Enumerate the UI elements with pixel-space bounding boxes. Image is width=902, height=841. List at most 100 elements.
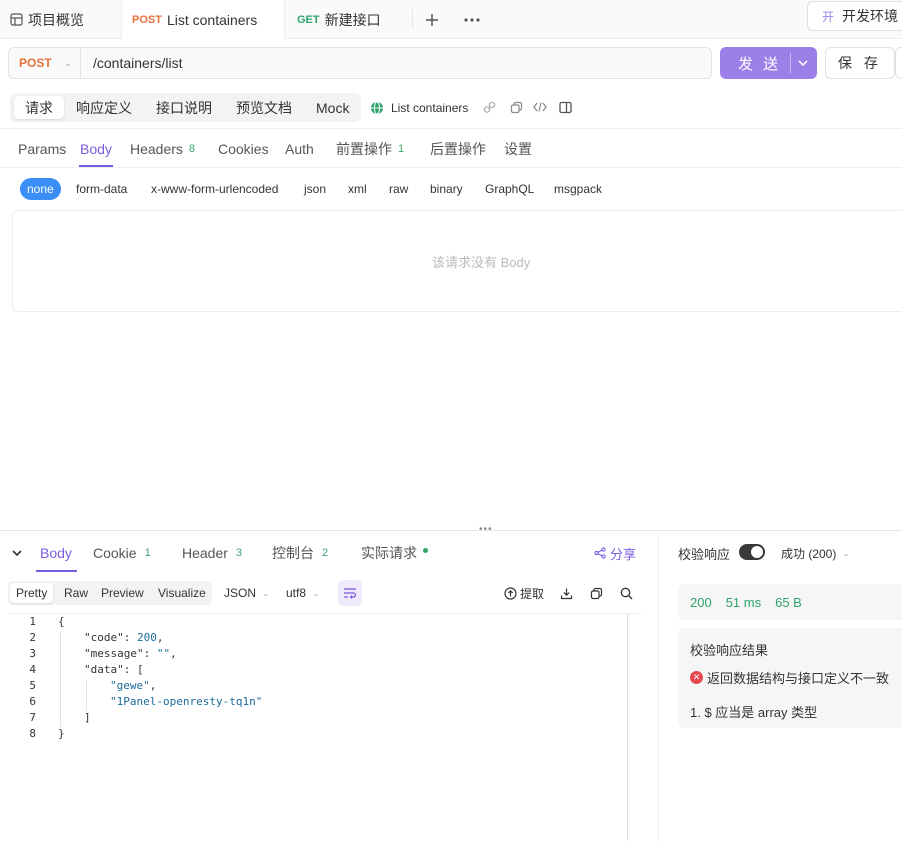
request-tab-label: Cookies	[218, 140, 269, 157]
status-dot	[423, 547, 428, 553]
more-tabs-button[interactable]	[464, 0, 480, 39]
tab-bar: 项目概览 POST List containers GET 新建接口	[0, 0, 902, 40]
collapse-response-button[interactable]	[12, 534, 22, 572]
request-tab-auth[interactable]: Auth	[285, 129, 314, 168]
environment-select[interactable]: 开 开发环境	[807, 1, 902, 31]
tab-label: List containers	[166, 12, 258, 28]
section-tab-mock[interactable]: Mock	[316, 96, 349, 119]
chevron-down-icon: ⌄	[63, 57, 73, 69]
request-tab-cookies[interactable]: Cookies	[218, 129, 269, 168]
request-tab-params[interactable]: Params	[18, 129, 66, 168]
response-size: 65 B	[775, 594, 802, 610]
search-response-button[interactable]	[620, 584, 633, 602]
encoding-select[interactable]: utf8 ⌄	[286, 581, 320, 605]
format-select[interactable]: JSON ⌄	[224, 581, 270, 605]
tab-project-overview[interactable]: 项目概览	[10, 0, 84, 39]
extract-button[interactable]: 提取	[504, 584, 544, 602]
format-tabs: Pretty Raw Preview Visualize	[8, 581, 212, 605]
method-select[interactable]: POST ⌄	[9, 48, 81, 78]
body-type-raw[interactable]: raw	[389, 178, 408, 200]
copy-response-button[interactable]	[590, 584, 603, 602]
code-line: }	[58, 727, 65, 740]
body-type-graphql[interactable]: GraphQL	[485, 178, 534, 200]
section-tab-request[interactable]: 请求	[14, 96, 64, 119]
section-tab-api-doc[interactable]: 接口说明	[156, 96, 212, 119]
body-type-binary[interactable]: binary	[430, 178, 463, 200]
section-tab-response-definition[interactable]: 响应定义	[76, 96, 132, 119]
request-tab-post-operation[interactable]: 后置操作	[430, 129, 486, 168]
format-tab-raw[interactable]: Raw	[64, 583, 88, 603]
line-number: 1	[29, 615, 36, 628]
download-button[interactable]	[560, 584, 573, 602]
response-tab-console[interactable]: 控制台 2	[272, 534, 328, 572]
link-icon[interactable]	[480, 98, 498, 116]
headers-count: 8	[188, 142, 196, 155]
send-divider	[790, 53, 791, 73]
response-tab-header[interactable]: Header 3	[182, 534, 242, 572]
response-tabs: Body Cookie 1 Header 3 控制台 2 实际请求	[0, 534, 658, 572]
method-select-value: POST	[19, 56, 52, 70]
code-line: "data": [	[84, 663, 144, 676]
panel-layout-icon[interactable]	[556, 98, 574, 116]
tab-method-post: POST	[132, 14, 162, 26]
chevron-down-icon	[12, 550, 22, 556]
tab-new-api[interactable]: GET 新建接口	[297, 0, 381, 39]
json-number: 200	[137, 631, 157, 644]
response-panel-divider	[658, 534, 659, 841]
url-bar: POST ⌄ /containers/list	[8, 47, 712, 79]
body-type-urlencoded[interactable]: x-www-form-urlencoded	[151, 178, 278, 200]
response-tab-label: 实际请求	[361, 545, 417, 561]
header-count: 3	[235, 547, 243, 559]
format-tab-visualize[interactable]: Visualize	[158, 583, 206, 603]
copy-icon[interactable]	[507, 98, 525, 116]
send-button[interactable]: 发 送	[720, 47, 817, 79]
json-key: "data"	[84, 663, 124, 676]
status-select-value: 成功 (200)	[781, 546, 837, 561]
send-button-label: 发 送	[738, 55, 782, 73]
code-line: "code": 200,	[84, 631, 164, 644]
new-tab-button[interactable]	[425, 0, 439, 39]
save-button[interactable]: 保 存	[825, 47, 895, 79]
request-tab-settings[interactable]: 设置	[504, 129, 532, 168]
body-type-json[interactable]: json	[304, 178, 326, 200]
request-tab-label: Headers	[130, 140, 183, 157]
url-input[interactable]: /containers/list	[93, 48, 182, 78]
response-tab-body[interactable]: Body	[40, 534, 72, 572]
response-tab-label: Body	[40, 545, 72, 561]
project-overview-icon	[10, 13, 23, 26]
request-tab-headers[interactable]: Headers 8	[130, 129, 195, 168]
body-type-form-data[interactable]: form-data	[76, 178, 127, 200]
request-tab-pre-operation[interactable]: 前置操作 1	[336, 129, 404, 168]
validation-error-message: 返回数据结构与接口定义不一致	[707, 671, 890, 686]
body-type-none[interactable]: none	[20, 178, 61, 200]
active-tab-indicator	[79, 165, 113, 167]
request-tab-label: 后置操作	[430, 140, 486, 157]
validation-result-card: 校验响应结果 ✕ 返回数据结构与接口定义不一致 1. $ 应当是 array 类…	[678, 628, 902, 728]
body-type-msgpack[interactable]: msgpack	[554, 178, 602, 200]
wrap-text-icon	[343, 587, 357, 599]
send-dropdown-icon[interactable]	[798, 47, 808, 79]
validate-response-toggle[interactable]	[739, 544, 765, 560]
cookie-count: 1	[144, 547, 151, 559]
response-time: 51 ms	[725, 594, 762, 610]
code-scrollbar[interactable]	[627, 614, 628, 841]
extract-label: 提取	[520, 586, 545, 601]
format-tab-pretty[interactable]: Pretty	[10, 583, 54, 603]
share-button[interactable]: 分享	[594, 534, 636, 572]
word-wrap-button[interactable]	[338, 580, 362, 606]
format-tab-preview[interactable]: Preview	[101, 583, 144, 603]
code-line: ]	[84, 711, 91, 724]
more-actions-button[interactable]	[895, 47, 902, 79]
error-icon: ✕	[690, 671, 703, 684]
response-tab-actual-request[interactable]: 实际请求	[361, 534, 428, 572]
request-tab-body[interactable]: Body	[80, 129, 112, 168]
status-select[interactable]: 成功 (200) ⌄	[781, 534, 850, 572]
json-key: "message"	[84, 647, 144, 660]
tab-list-containers[interactable]: POST List containers	[121, 0, 285, 40]
response-tab-cookie[interactable]: Cookie 1	[93, 534, 151, 572]
console-count: 2	[322, 547, 329, 559]
body-type-xml[interactable]: xml	[348, 178, 367, 200]
section-tab-preview-doc[interactable]: 预览文档	[236, 96, 292, 119]
code-icon[interactable]	[531, 98, 549, 116]
body-type-selector: none form-data x-www-form-urlencoded jso…	[0, 178, 902, 202]
